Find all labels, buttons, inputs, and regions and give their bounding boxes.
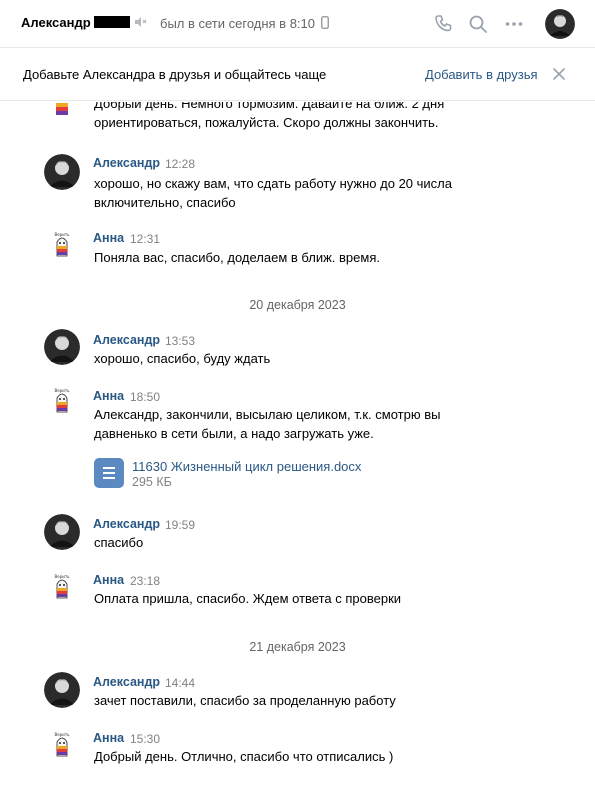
message-text: хорошо, но скажу вам, что сдать работу н… [94, 176, 453, 210]
sender-name[interactable]: Александр [93, 156, 160, 170]
message-time: 15:30 [130, 732, 161, 746]
sender-name[interactable]: Анна [93, 231, 124, 245]
message-text: Александр, закончили, высылаю целиком, т… [94, 407, 441, 441]
aleksandr-avatar[interactable] [44, 154, 80, 190]
sender-name[interactable]: Александр [93, 675, 160, 689]
svg-text:Верить: Верить [54, 574, 70, 579]
banner-text: Добавьте Александра в друзья и общайтесь… [23, 67, 327, 82]
message-time: 19:59 [165, 518, 196, 532]
message-text: хорошо, спасибо, буду ждать [94, 351, 271, 366]
sender-name[interactable]: Анна [93, 389, 124, 403]
online-status: был в сети сегодня в 8:10 [160, 16, 315, 31]
redaction-bar [94, 16, 130, 28]
message-text: спасибо [94, 535, 144, 550]
aleksandr-avatar[interactable] [44, 672, 80, 708]
sender-name[interactable]: Анна [93, 573, 124, 587]
message-time: 23:18 [130, 574, 161, 588]
date-separator: 20 декабря 2023 [249, 298, 346, 312]
anna-avatar[interactable] [44, 102, 80, 125]
phone-icon[interactable] [433, 14, 453, 34]
anna-avatar[interactable]: Верить [44, 228, 80, 264]
anna-avatar[interactable]: Верить [44, 570, 80, 606]
document-name-link[interactable]: 11630 Жизненный цикл решения.docx [132, 459, 361, 474]
chat-header: Александр был в сети сегодня в 8:10 [0, 0, 595, 48]
sender-name[interactable]: Александр [93, 333, 160, 347]
message-text: Добрый день. Немного тормозим. Давайте н… [94, 102, 445, 130]
message-time: 12:31 [130, 232, 161, 246]
date-separator: 21 декабря 2023 [249, 640, 346, 654]
message-history[interactable]: Добрый день. Немного тормозим. Давайте н… [0, 102, 595, 810]
close-icon[interactable] [552, 67, 566, 81]
aleksandr-avatar[interactable] [44, 329, 80, 365]
svg-text:Верить: Верить [54, 232, 70, 237]
mobile-icon [321, 16, 329, 29]
search-icon[interactable] [468, 14, 488, 34]
svg-text:Верить: Верить [54, 732, 70, 737]
aleksandr-avatar[interactable] [44, 514, 80, 550]
message-time: 13:53 [165, 334, 196, 348]
contact-name[interactable]: Александр [21, 15, 91, 30]
sender-name[interactable]: Анна [93, 731, 124, 745]
message-time: 12:28 [165, 157, 196, 171]
message-text: Оплата пришла, спасибо. Ждем ответа с пр… [94, 591, 402, 606]
sender-name[interactable]: Александр [93, 517, 160, 531]
document-icon[interactable] [94, 458, 124, 488]
document-size: 295 КБ [132, 475, 172, 489]
message-text: зачет поставили, спасибо за проделанную … [94, 693, 396, 708]
message-text: Поняла вас, спасибо, доделаем в ближ. вр… [94, 250, 380, 265]
add-friend-link[interactable]: Добавить в друзья [425, 67, 538, 82]
more-icon[interactable] [504, 14, 524, 34]
sound-off-icon [135, 17, 147, 27]
contact-avatar[interactable] [545, 9, 575, 39]
message-time: 14:44 [165, 676, 196, 690]
message-text: Добрый день. Отлично, спасибо что отписа… [94, 749, 394, 764]
svg-text:Верить: Верить [54, 388, 70, 393]
anna-avatar[interactable]: Верить [44, 728, 80, 764]
add-friend-banner: Добавьте Александра в друзья и общайтесь… [0, 49, 595, 101]
message-time: 18:50 [130, 390, 161, 404]
anna-avatar[interactable]: Верить [44, 384, 80, 420]
